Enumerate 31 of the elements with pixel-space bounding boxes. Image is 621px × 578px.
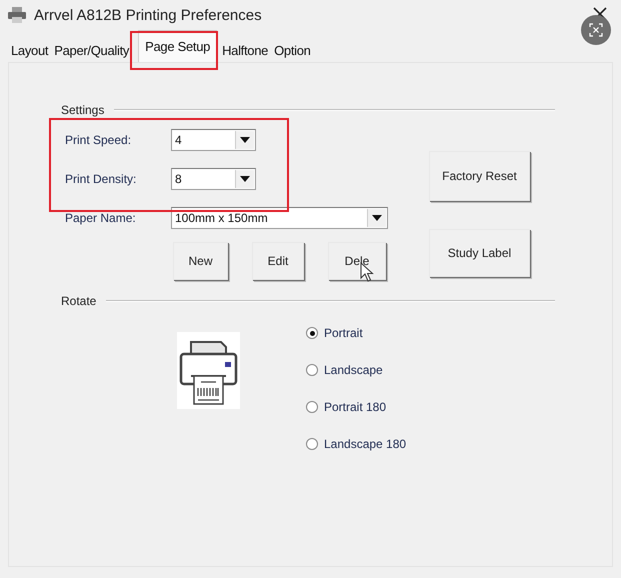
radio-label[interactable]: Landscape (324, 363, 383, 377)
dropdown-button[interactable] (235, 131, 254, 149)
field-label: Paper Name: (65, 211, 137, 225)
paper-button[interactable]: Dele (328, 242, 386, 280)
group-title: Rotate (61, 294, 96, 308)
caret-icon (240, 176, 250, 182)
paper-button[interactable]: New (173, 242, 228, 280)
radio-button[interactable] (306, 401, 318, 413)
radio-button[interactable] (306, 327, 318, 339)
tab[interactable]: Page Setup (138, 30, 218, 62)
dropdown-field[interactable]: 8 (171, 168, 256, 190)
dropdown-field[interactable]: 100mm x 150mm (171, 207, 388, 229)
printer-icon (8, 7, 26, 23)
window-title: Arrvel A812B Printing Preferences (34, 6, 262, 24)
field-label: Print Speed: (65, 133, 132, 147)
group-title: Settings (61, 103, 104, 117)
action-button[interactable]: Factory Reset (429, 151, 530, 201)
dropdown-field[interactable]: 4 (171, 129, 256, 151)
radio-label[interactable]: Landscape 180 (324, 437, 406, 451)
dropdown-button[interactable] (367, 209, 386, 227)
dropdown-button[interactable] (235, 170, 254, 188)
caret-icon (240, 137, 250, 143)
field-label: Print Density: (65, 172, 138, 186)
paper-button[interactable]: Edit (252, 242, 304, 280)
caret-icon (372, 215, 382, 221)
radio-label[interactable]: Portrait (324, 326, 363, 340)
radio-button[interactable] (306, 438, 318, 450)
radio-button[interactable] (306, 364, 318, 376)
action-button[interactable]: Study Label (429, 229, 530, 277)
radio-label[interactable]: Portrait 180 (324, 400, 386, 414)
screenshot-badge-icon[interactable] (581, 15, 611, 45)
